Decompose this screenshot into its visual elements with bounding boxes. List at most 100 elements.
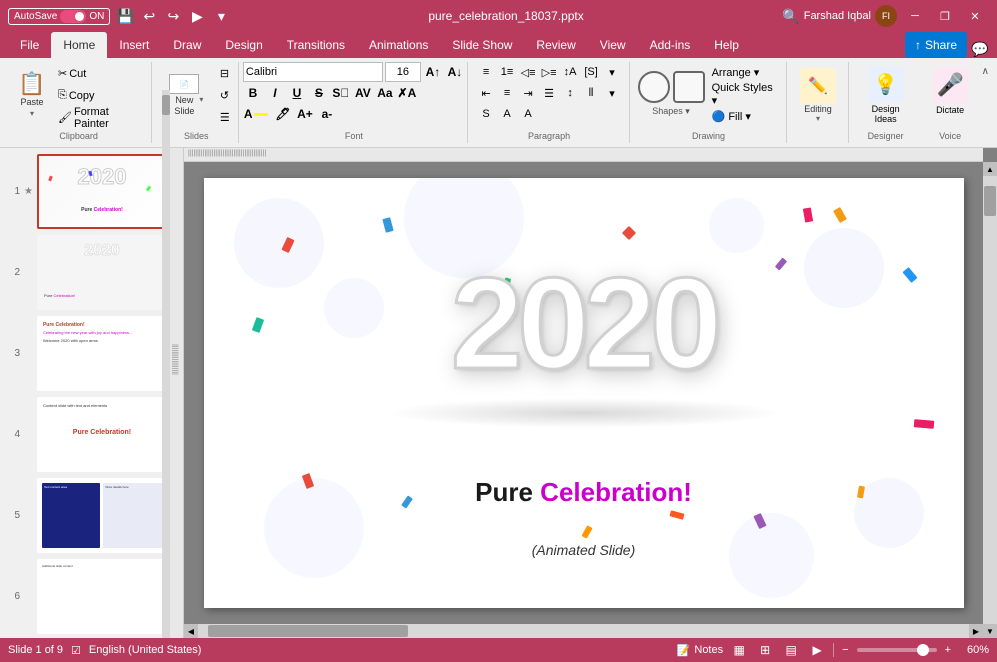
tab-slideshow[interactable]: Slide Show: [440, 32, 524, 58]
scroll-v-track[interactable]: [983, 176, 997, 624]
font-size-grow[interactable]: A+: [295, 104, 315, 124]
autosave-toggle[interactable]: [60, 10, 86, 23]
accessibility-icon[interactable]: ☑: [71, 644, 81, 657]
increase-indent[interactable]: ▷≡: [539, 62, 559, 82]
view-normal-button[interactable]: ▦: [729, 640, 749, 660]
line-spacing[interactable]: ↕: [560, 83, 580, 103]
tab-review[interactable]: Review: [524, 32, 587, 58]
save-icon[interactable]: 💾: [116, 7, 134, 25]
paste-button[interactable]: 📋 Paste ▾: [12, 66, 52, 126]
tab-transitions[interactable]: Transitions: [275, 32, 357, 58]
shape-fill-button[interactable]: 🔵 Fill ▾: [708, 106, 780, 126]
cut-button[interactable]: ✂ Cut: [54, 64, 145, 84]
word-art[interactable]: A: [497, 104, 517, 124]
notes-button[interactable]: 📝 Notes: [677, 644, 723, 657]
scroll-down-arrow[interactable]: ▼: [983, 624, 997, 638]
more-para[interactable]: ▾: [602, 62, 622, 82]
tab-draw[interactable]: Draw: [161, 32, 213, 58]
rect-shape[interactable]: [673, 71, 705, 103]
tab-help[interactable]: Help: [702, 32, 751, 58]
tab-animations[interactable]: Animations: [357, 32, 440, 58]
reset-button[interactable]: ↺: [216, 86, 234, 106]
justify[interactable]: ☰: [539, 83, 559, 103]
decrease-indent[interactable]: ◁≡: [518, 62, 538, 82]
editing-button[interactable]: ✏️ Editing ▾: [796, 64, 840, 127]
redo-icon[interactable]: ↪: [164, 7, 182, 25]
close-button[interactable]: ✕: [961, 4, 989, 28]
char-spacing-button[interactable]: AV: [353, 83, 373, 103]
bold-button[interactable]: B: [243, 83, 263, 103]
slide-thumb-6[interactable]: Additional slide content: [37, 559, 167, 634]
copy-button[interactable]: ⎘ Copy: [54, 86, 145, 106]
tab-view[interactable]: View: [588, 32, 638, 58]
view-presenter-button[interactable]: ▶: [807, 640, 827, 660]
zoom-level[interactable]: 60%: [959, 644, 989, 656]
dictate-button[interactable]: 🎤 Dictate: [928, 63, 972, 129]
collapse-ribbon-button[interactable]: ∧: [980, 64, 991, 79]
font-size-input[interactable]: [385, 62, 421, 82]
share-button[interactable]: ↑ Share: [905, 32, 967, 58]
scroll-h-thumb[interactable]: [208, 625, 408, 637]
canvas-v-scrollbar[interactable]: ▲ ▼: [983, 162, 997, 638]
align-left[interactable]: ⇤: [476, 83, 496, 103]
zoom-in-button[interactable]: +: [943, 644, 953, 656]
canvas-h-scrollbar[interactable]: ◀ ▶: [184, 624, 983, 638]
restore-button[interactable]: ❐: [931, 4, 959, 28]
underline-button[interactable]: U: [287, 83, 307, 103]
text-fill[interactable]: A: [518, 104, 538, 124]
font-size-decrease[interactable]: A↓: [445, 62, 465, 82]
align-center[interactable]: ≡: [497, 83, 517, 103]
arrange-button[interactable]: Arrange ▾: [708, 62, 780, 82]
section-button[interactable]: ☰: [216, 108, 234, 128]
text-direction[interactable]: ↕A: [560, 62, 580, 82]
format-painter-button[interactable]: 🖌 Format Painter: [54, 108, 145, 128]
undo-icon[interactable]: ↩: [140, 7, 158, 25]
italic-button[interactable]: I: [265, 83, 285, 103]
strikethrough-button[interactable]: S: [309, 83, 329, 103]
more-icon[interactable]: ▾: [212, 7, 230, 25]
slide-thumb-2[interactable]: 2020 Pure Celebration!: [37, 235, 167, 310]
minimize-button[interactable]: ─: [901, 4, 929, 28]
view-slide-sorter-button[interactable]: ⊞: [755, 640, 775, 660]
slide-thumb-3[interactable]: Pure Celebration! Celebrating the new ye…: [37, 316, 167, 391]
more-para2[interactable]: ▾: [602, 83, 622, 103]
zoom-slider[interactable]: [857, 648, 937, 652]
comments-icon[interactable]: 💬: [971, 40, 989, 58]
tab-design[interactable]: Design: [213, 32, 274, 58]
view-reading-button[interactable]: ▤: [781, 640, 801, 660]
scroll-v-thumb[interactable]: [984, 186, 996, 216]
zoom-out-button[interactable]: −: [840, 644, 850, 656]
search-icon[interactable]: 🔍: [782, 7, 800, 25]
font-family-input[interactable]: [243, 62, 383, 82]
tab-file[interactable]: File: [8, 32, 51, 58]
clear-format-button[interactable]: ✗A: [397, 83, 417, 103]
text-highlight-button[interactable]: 🖊: [273, 104, 293, 124]
font-case-button[interactable]: Aa: [375, 83, 395, 103]
design-ideas-button[interactable]: 💡 Design Ideas: [857, 62, 915, 138]
oval-shape[interactable]: [638, 71, 670, 103]
tab-home[interactable]: Home: [51, 32, 107, 58]
font-size-shrink[interactable]: a-: [317, 104, 337, 124]
scroll-right-arrow[interactable]: ▶: [969, 624, 983, 638]
layout-button[interactable]: ⊟: [216, 64, 234, 84]
numbering-button[interactable]: 1≡: [497, 62, 517, 82]
font-color-button[interactable]: A: [243, 104, 271, 124]
slide-thumb-4[interactable]: Content slide with text and elements Pur…: [37, 397, 167, 472]
scroll-h-track[interactable]: [198, 624, 969, 638]
autosave-badge[interactable]: AutoSave ON: [8, 8, 110, 25]
tab-insert[interactable]: Insert: [107, 32, 161, 58]
slide-thumb-1[interactable]: 2020 Pure Celebration!: [37, 154, 167, 229]
slide-panel-scrollbar[interactable]: [162, 148, 170, 638]
slide-thumb-5[interactable]: Text content area More details here: [37, 478, 167, 553]
align-right[interactable]: ⇥: [518, 83, 538, 103]
convert-to-smartart[interactable]: [S]: [581, 62, 601, 82]
language[interactable]: English (United States): [89, 644, 202, 656]
scroll-up-arrow[interactable]: ▲: [983, 162, 997, 176]
tab-addins[interactable]: Add-ins: [638, 32, 703, 58]
present-icon[interactable]: ▶: [188, 7, 206, 25]
quick-styles-button[interactable]: Quick Styles ▾: [708, 84, 780, 104]
columns[interactable]: ⫴: [581, 83, 601, 103]
text-shadow-para[interactable]: S: [476, 104, 496, 124]
shadow-button[interactable]: S⃝: [331, 83, 351, 103]
bullets-button[interactable]: ≡: [476, 62, 496, 82]
